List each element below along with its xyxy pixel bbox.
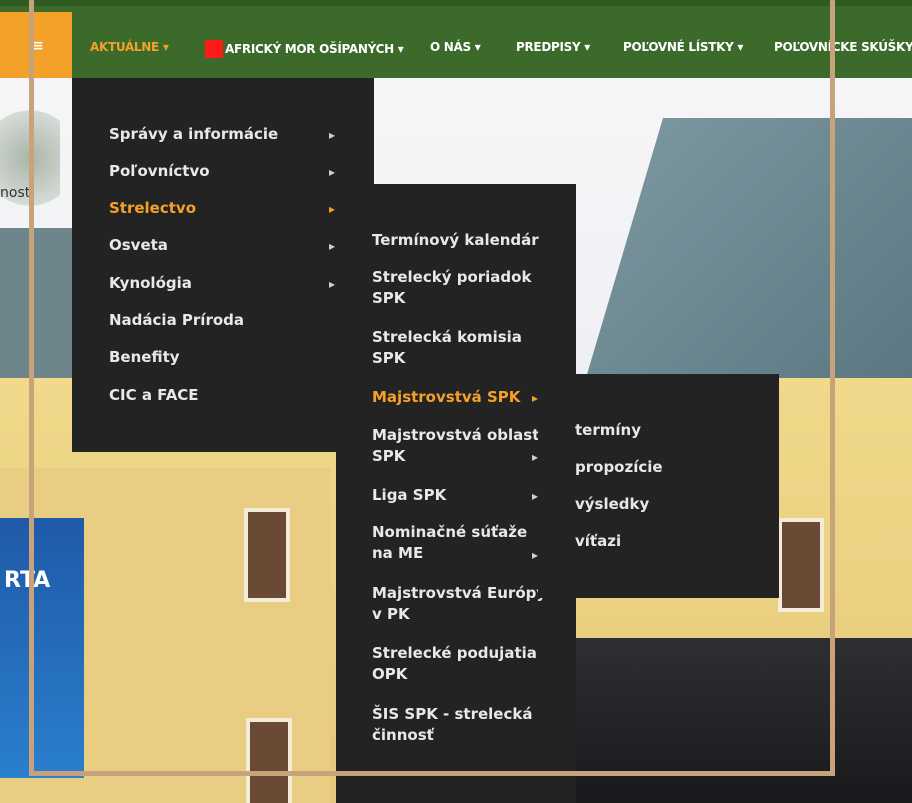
menu-item-label: SPK (372, 447, 406, 465)
menu-item-label: Majstrovstvá Európy (372, 584, 547, 602)
menu-item-label: Majstrovstvá oblasti (372, 426, 545, 444)
menu-item-cic-face[interactable]: CIC a FACE (109, 385, 199, 406)
menu-item-strelecka-komisia[interactable]: Strelecká komisia SPK (372, 327, 522, 369)
menu-item-label: OPK (372, 665, 408, 683)
chevron-right-icon: ▸ (329, 128, 336, 142)
menu-item-label: SPK (372, 289, 406, 307)
background-text-fragment: nosti (0, 185, 35, 201)
menu-item-osveta[interactable]: Osveta (109, 235, 168, 256)
nav-item-label: PREDPISY (516, 40, 581, 54)
menu-item-label: SPK (372, 349, 406, 367)
event-stage (570, 638, 912, 803)
menu-item-majstrovstva-europy[interactable]: Majstrovstvá Európy v PK (372, 583, 546, 625)
menu-item-benefity[interactable]: Benefity (109, 347, 180, 368)
event-banner: RTA (0, 518, 84, 778)
menu-item-vitazi[interactable]: víťazi (575, 531, 621, 552)
menu-item-strelecke-podujatia[interactable]: Strelecké podujatia OPK (372, 643, 537, 685)
caret-down-icon: ▾ (162, 40, 169, 54)
menu-item-terminy[interactable]: termíny (575, 420, 641, 441)
menu-item-majstrovstva-oblasti[interactable]: Majstrovstvá oblasti SPK (372, 425, 545, 467)
nav-item-label: AFRICKÝ MOR OŠÍPANÝCH (225, 42, 394, 56)
dropdown-majstrovstva-spk: termíny propozície výsledky víťazi (538, 374, 779, 598)
menu-item-label: Liga SPK (372, 486, 447, 504)
menu-item-terminovy-kalendar[interactable]: Termínový kalendár (372, 230, 539, 251)
banner-text: RTA (4, 568, 51, 593)
home-menu-button[interactable]: ≡ (0, 12, 72, 78)
menu-item-spravy[interactable]: Správy a informácie (109, 124, 278, 145)
menu-item-label: Strelecký poriadok (372, 268, 532, 286)
menu-item-sis-spk[interactable]: ŠIS SPK - strelecká činnosť (372, 704, 532, 746)
menu-item-label: Termínový kalendár (372, 231, 539, 249)
nav-item-label: O NÁS (430, 40, 471, 54)
caret-down-icon: ▾ (737, 40, 744, 54)
caret-down-icon: ▾ (474, 40, 481, 54)
chevron-right-icon: ▸ (329, 202, 336, 216)
menu-item-vysledky[interactable]: výsledky (575, 494, 649, 515)
menu-item-label: v PK (372, 605, 410, 623)
menu-item-label: Strelecká komisia (372, 328, 522, 346)
castle-window (244, 508, 290, 602)
menu-item-nadacia[interactable]: Nadácia Príroda (109, 310, 244, 331)
menu-item-label: ŠIS SPK - strelecká (372, 705, 533, 723)
castle-window (778, 518, 824, 612)
menu-item-polovnictvo[interactable]: Poľovníctvo (109, 161, 210, 182)
menu-icon: ≡ (32, 38, 44, 54)
dropdown-aktualne: Správy a informácie ▸ Poľovníctvo ▸ Stre… (72, 78, 374, 452)
nav-item-predpisy[interactable]: PREDPISY ▾ (516, 40, 590, 54)
menu-item-strelectvo[interactable]: Strelectvo (109, 198, 196, 219)
nav-item-aktualne[interactable]: AKTUÁLNE ▾ (90, 40, 169, 54)
caret-down-icon: ▾ (397, 42, 404, 56)
menu-item-label: Majstrovstvá SPK (372, 388, 521, 406)
menu-item-propozicie[interactable]: propozície (575, 457, 663, 478)
menu-item-liga-spk[interactable]: Liga SPK (372, 485, 446, 506)
nav-item-label: POĽOVNÍCKE SKÚŠKY (774, 40, 912, 54)
menu-item-kynologia[interactable]: Kynológia (109, 273, 192, 294)
chevron-right-icon: ▸ (329, 239, 336, 253)
nav-item-africky-mor[interactable]: AFRICKÝ MOR OŠÍPANÝCH ▾ (205, 40, 404, 58)
nav-item-label: POĽOVNÉ LÍSTKY (623, 40, 734, 54)
menu-item-label: Strelecké podujatia (372, 644, 537, 662)
chevron-right-icon: ▸ (329, 277, 336, 291)
castle-window (246, 718, 292, 803)
chevron-right-icon: ▸ (329, 165, 336, 179)
nav-item-label: AKTUÁLNE (90, 40, 159, 54)
menu-item-majstrovstva-spk[interactable]: Majstrovstvá SPK (372, 387, 520, 408)
alert-square-icon (205, 40, 223, 58)
caret-down-icon: ▾ (584, 40, 591, 54)
main-navbar: ≡ AKTUÁLNE ▾ AFRICKÝ MOR OŠÍPANÝCH ▾ O N… (0, 0, 912, 78)
menu-item-nominacne-sutaze[interactable]: Nominačné súťaže na ME (372, 522, 527, 564)
menu-item-label: činnosť (372, 726, 434, 744)
menu-item-label: Nominačné súťaže (372, 523, 528, 541)
menu-item-strelecky-poriadok[interactable]: Strelecký poriadok SPK (372, 267, 531, 309)
nav-item-polovnicke-skusky[interactable]: POĽOVNÍCKE SKÚŠKY (774, 40, 912, 54)
nav-item-o-nas[interactable]: O NÁS ▾ (430, 40, 481, 54)
nav-item-polovne-listky[interactable]: POĽOVNÉ LÍSTKY ▾ (623, 40, 743, 54)
menu-item-label: na ME (372, 544, 424, 562)
